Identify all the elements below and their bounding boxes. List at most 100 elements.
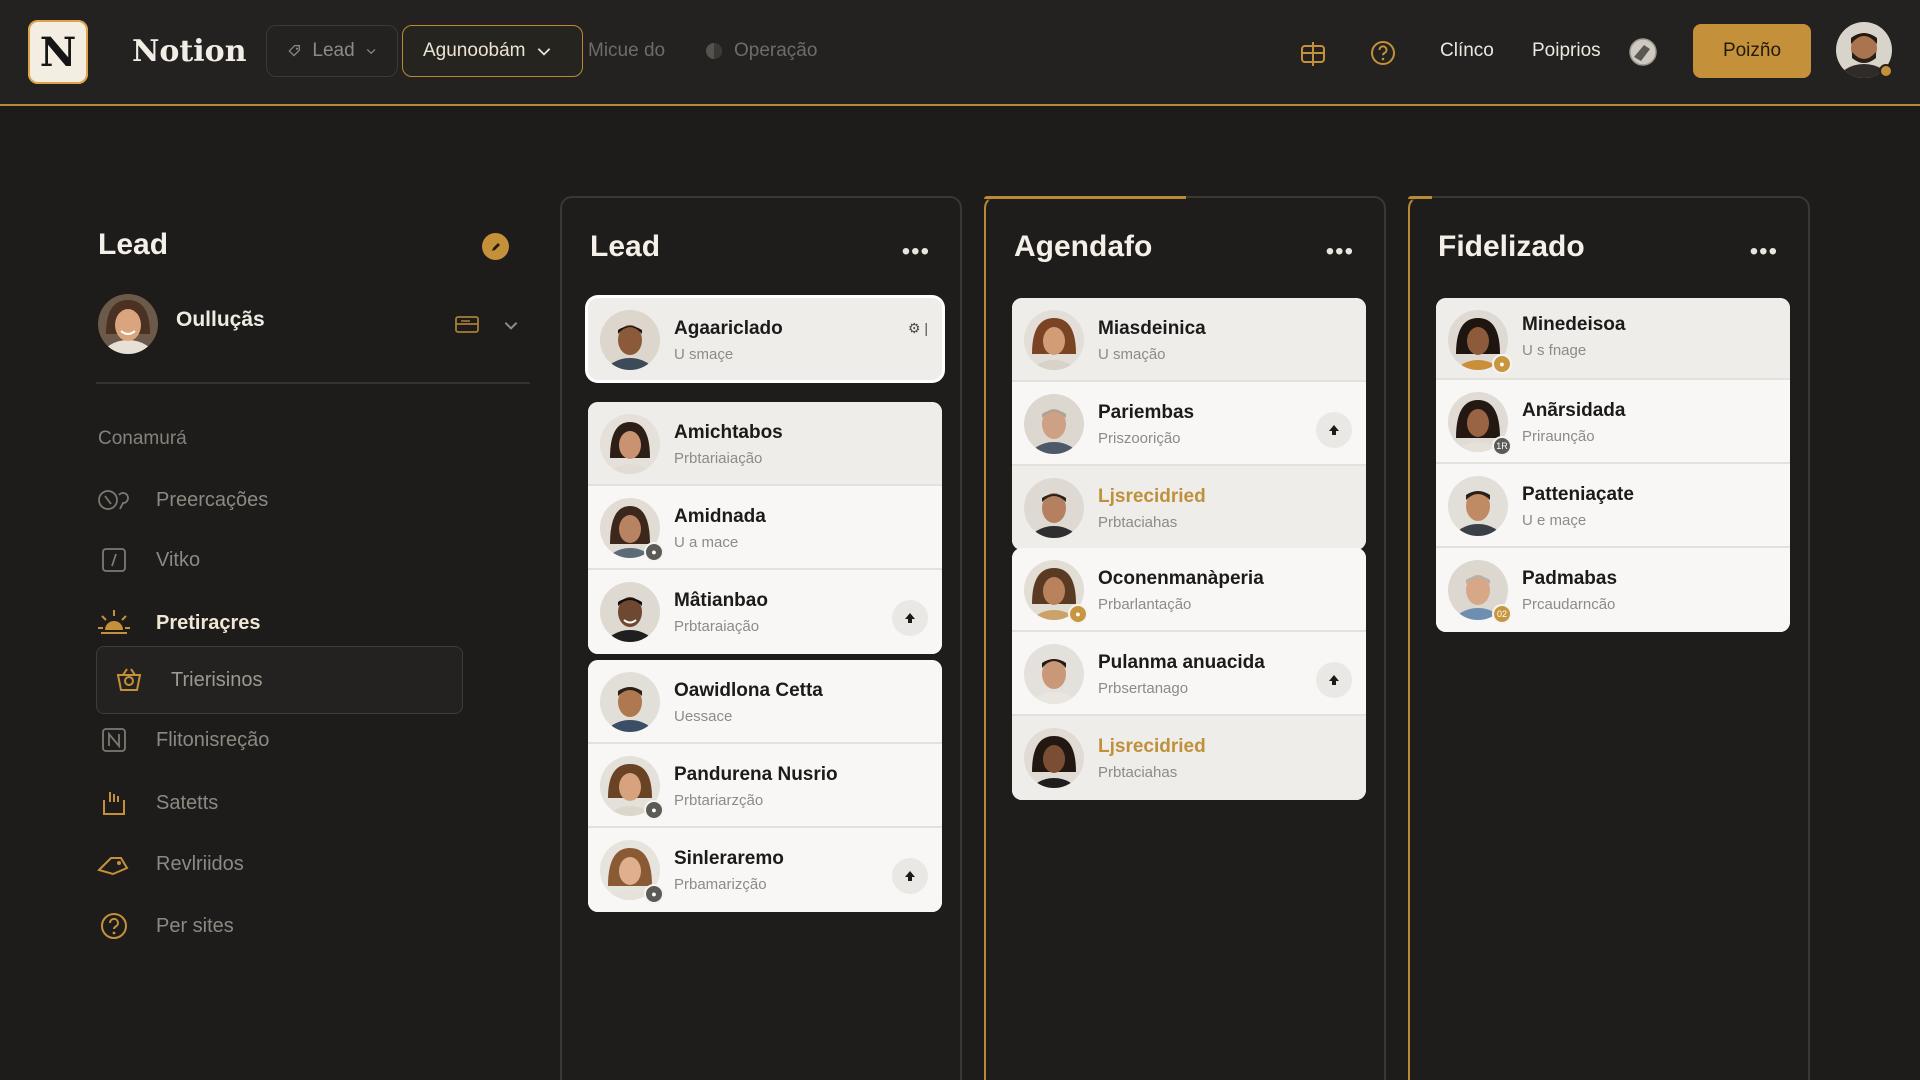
agenda-dropdown[interactable]: Agunoobám	[402, 25, 583, 77]
column-lead: Lead ••• Agaariclado U smaçe ⚙ | Amichta…	[560, 196, 962, 1080]
card-subtitle: U e maçe	[1522, 512, 1587, 529]
avatar	[600, 672, 660, 732]
card-group: Oawidlona Cetta Uessace ● Pandurena Nusr…	[588, 660, 942, 912]
card-pariembas[interactable]: Pariembas Priszoorição	[1012, 382, 1366, 466]
card-anarsidada[interactable]: 1R Anãrsidada Priraunção	[1436, 380, 1790, 464]
poiprios-link[interactable]: Poiprios	[1532, 40, 1601, 62]
card-amidnada[interactable]: ● Amidnada U a mace	[588, 486, 942, 570]
sidebar-item-flitonisrecao[interactable]: Flitonisreção	[96, 710, 463, 770]
user-name: Oulluçãs	[176, 308, 265, 331]
operacao-link[interactable]: Operação	[704, 40, 817, 62]
sidebar-item-vitko[interactable]: Vitko	[96, 530, 463, 590]
sidebar-item-per-sites[interactable]: Per sites	[96, 896, 463, 956]
card-pandurena-nusrio[interactable]: ● Pandurena Nusrio Prbtariarzção	[588, 744, 942, 828]
card-amichtabos[interactable]: Amichtabos Prbtariaiação	[588, 402, 942, 486]
sidebar-item-preercacoes[interactable]: Preercações	[96, 470, 463, 530]
card-group: ● Minedeisoa U s fnage 1R Anãrsidada Pri…	[1436, 298, 1790, 632]
sidebar-item-pretiracres[interactable]: Pretiraçres	[96, 593, 463, 653]
chevron-down-icon[interactable]	[502, 316, 520, 339]
move-up-icon[interactable]	[1316, 662, 1352, 698]
card-subtitle: Prbarlantação	[1098, 596, 1192, 613]
clinco-link[interactable]: Clínco	[1440, 40, 1494, 62]
card-title: Anãrsidada	[1522, 400, 1626, 421]
card-title: Amidnada	[674, 506, 766, 527]
status-badge: ●	[1492, 354, 1512, 374]
notion-logo[interactable]: N	[28, 20, 88, 84]
move-up-icon[interactable]	[1316, 412, 1352, 448]
section-label: Conamurá	[98, 428, 187, 449]
avatar	[600, 414, 660, 474]
sidebar-item-trierisinos[interactable]: Trierisinos	[96, 646, 463, 714]
card-title: Pariembas	[1098, 402, 1195, 423]
card-group: Agaariclado U smaçe ⚙ |	[588, 298, 942, 380]
card-agaariclado[interactable]: Agaariclado U smaçe ⚙ |	[588, 298, 942, 380]
card-title: Pandurena Nusrio	[674, 764, 838, 785]
card-ljsrecidried[interactable]: Ljsrecidried Prbtaciahas	[1012, 466, 1366, 550]
card-subtitle: Prbtaraiação	[674, 618, 760, 635]
globe-icon[interactable]	[1627, 36, 1659, 68]
status-badge: 02	[1492, 604, 1512, 624]
card-subtitle: Prbtaciahas	[1098, 514, 1178, 531]
card-subtitle: Priraunção	[1522, 428, 1595, 445]
tag-icon	[96, 846, 132, 882]
more-icon[interactable]: •••	[902, 238, 930, 266]
card-subtitle: Priszoorição	[1098, 430, 1181, 447]
avatar	[600, 582, 660, 642]
more-icon[interactable]: •••	[1750, 238, 1778, 266]
sidebar-divider	[96, 382, 530, 384]
tray-icon[interactable]	[454, 314, 480, 341]
more-icon[interactable]: •••	[1326, 238, 1354, 266]
notion-n-icon	[96, 722, 132, 758]
sidebar-item-label: Trierisinos	[171, 668, 263, 691]
sidebar-item-satetts[interactable]: Satetts	[96, 773, 463, 833]
micue-link[interactable]: Micue do	[588, 40, 665, 62]
status-badge: 1R	[1492, 436, 1512, 456]
card-title: Agaariclado	[674, 318, 783, 339]
users-icon	[96, 482, 132, 518]
card-subtitle: Prbsertanago	[1098, 680, 1189, 697]
gift-icon[interactable]	[1296, 36, 1330, 70]
primary-button[interactable]: Poizño	[1693, 24, 1811, 78]
avatar	[600, 310, 660, 370]
card-subtitle: U smação	[1098, 346, 1166, 363]
status-badge: ●	[1068, 604, 1088, 624]
card-title: Ljsrecidried	[1098, 486, 1206, 507]
status-badge: ●	[644, 884, 664, 904]
move-up-icon[interactable]	[892, 858, 928, 894]
sidebar-item-label: Vitko	[156, 548, 201, 571]
avatar	[1448, 476, 1508, 536]
column-accent	[984, 196, 1186, 199]
card-title: Pulanma anuacida	[1098, 652, 1265, 673]
slash-box-icon	[96, 542, 132, 578]
operacao-label: Operação	[734, 40, 818, 61]
card-sinleraremo[interactable]: ● Sinleraremo Prbamarizção	[588, 828, 942, 912]
card-miasdeinica[interactable]: Miasdeinica U smação	[1012, 298, 1366, 382]
card-title: Miasdeinica	[1098, 318, 1206, 339]
user-avatar[interactable]	[1836, 22, 1893, 78]
agenda-dropdown-label: Agunoobám	[423, 40, 526, 61]
lead-dropdown[interactable]: Lead	[266, 25, 398, 77]
move-up-icon[interactable]	[892, 600, 928, 636]
user-selector[interactable]: Oulluçãs	[98, 294, 530, 354]
status-badge: ●	[644, 800, 664, 820]
top-bar: N Notion Lead Agunoobám Micue do Operaçã…	[0, 0, 1920, 106]
tray-icon	[96, 785, 132, 821]
card-padmabas[interactable]: 02 Padmabas Prcaudarncão	[1436, 548, 1790, 632]
sidebar-item-label: Preercações	[156, 488, 269, 511]
card-pulanma-anuacida[interactable]: Pulanma anuacida Prbsertanago	[1012, 632, 1366, 716]
card-patteniacate[interactable]: Patteniaçate U e maçe	[1436, 464, 1790, 548]
avatar	[1024, 310, 1084, 370]
card-oawidlona-cetta[interactable]: Oawidlona Cetta Uessace	[588, 660, 942, 744]
card-matianbao[interactable]: Mâtianbao Prbtaraiação	[588, 570, 942, 654]
card-status-icon[interactable]: ⚙ |	[908, 320, 928, 337]
card-subtitle: U s fnage	[1522, 342, 1587, 359]
card-title: Padmabas	[1522, 568, 1618, 589]
card-subtitle: Prbtariaiação	[674, 450, 763, 467]
card-ljsrecidried-2[interactable]: Ljsrecidried Prbtaciahas	[1012, 716, 1366, 800]
sidebar-item-label: Per sites	[156, 914, 234, 937]
card-minedeisoa[interactable]: ● Minedeisoa U s fnage	[1436, 298, 1790, 380]
help-icon[interactable]	[1368, 38, 1398, 68]
sidebar-item-revlriidos[interactable]: Revlriidos	[96, 834, 463, 894]
edit-icon[interactable]	[482, 233, 509, 260]
card-oconenmanaperia[interactable]: ● Oconenmanàperia Prbarlantação	[1012, 548, 1366, 632]
